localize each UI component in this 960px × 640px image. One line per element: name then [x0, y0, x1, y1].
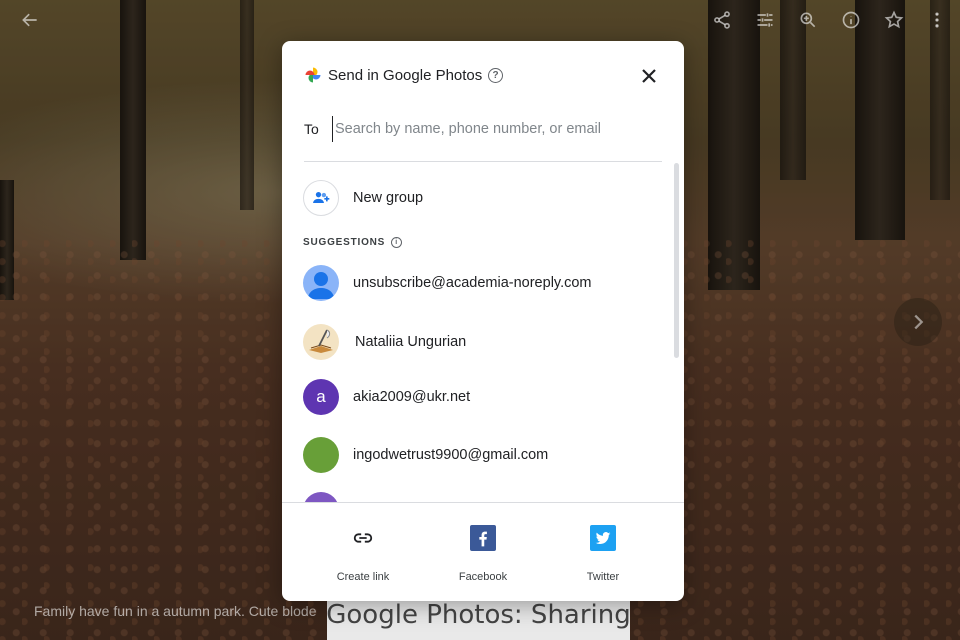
suggestion-label: akia2009@ukr.net	[353, 389, 471, 405]
avatar	[303, 265, 339, 301]
facebook-icon	[470, 525, 496, 551]
chevron-right-icon	[914, 314, 924, 330]
close-icon	[642, 69, 656, 83]
photo-caption: Family have fun in a autumn park. Cute b…	[34, 603, 317, 619]
zoom-in-icon[interactable]	[796, 8, 820, 32]
facebook-label: Facebook	[458, 571, 508, 583]
avatar: a	[303, 379, 339, 415]
suggestions-header: SUGGESTIONS i	[303, 237, 403, 248]
send-dialog: Send in Google Photos ? To New group SUG…	[282, 41, 684, 601]
more-icon[interactable]	[925, 8, 949, 32]
footer-divider	[282, 502, 684, 503]
new-group-icon	[303, 180, 339, 216]
google-photos-logo-icon	[305, 67, 321, 83]
avatar	[303, 492, 339, 502]
person-icon	[308, 272, 334, 299]
dialog-title: Send in Google Photos	[328, 67, 483, 84]
list-scrollbar[interactable]	[674, 163, 679, 358]
edit-icon[interactable]	[753, 8, 777, 32]
new-group-label: New group	[353, 190, 424, 206]
suggestion-label: ingodwetrust9900@gmail.com	[353, 447, 549, 463]
link-icon	[350, 525, 376, 551]
book-quill-icon	[309, 329, 333, 353]
twitter-icon	[590, 525, 616, 551]
new-group-button[interactable]: New group	[303, 178, 423, 218]
twitter-label: Twitter	[586, 571, 620, 583]
next-photo-button[interactable]	[894, 298, 942, 346]
avatar	[303, 324, 339, 360]
facebook-button[interactable]: Facebook	[438, 525, 528, 583]
help-icon[interactable]: ?	[488, 68, 503, 83]
avatar	[303, 437, 339, 473]
to-label: To	[304, 121, 319, 137]
share-icon[interactable]	[710, 8, 734, 32]
suggestion-item[interactable]: a akia2009@ukr.net	[303, 377, 470, 417]
back-arrow-icon[interactable]	[18, 8, 42, 32]
recipient-search-input[interactable]	[332, 116, 662, 142]
suggestions-info-icon[interactable]: i	[391, 237, 403, 248]
dialog-header: Send in Google Photos ?	[282, 41, 684, 111]
suggestion-item[interactable]	[303, 492, 339, 502]
suggestion-item[interactable]: unsubscribe@academia-noreply.com	[303, 263, 592, 303]
header-divider	[304, 161, 662, 162]
close-button[interactable]	[638, 65, 660, 87]
suggestion-label: unsubscribe@academia-noreply.com	[353, 275, 592, 291]
twitter-button[interactable]: Twitter	[558, 525, 648, 583]
suggestion-item[interactable]: ingodwetrust9900@gmail.com	[303, 435, 548, 475]
star-icon[interactable]	[882, 8, 906, 32]
suggestion-label: Nataliia Ungurian	[355, 334, 467, 350]
create-link-label: Create link	[336, 571, 390, 583]
photo-toolbar	[0, 0, 960, 40]
info-icon[interactable]	[839, 8, 863, 32]
suggestion-item[interactable]: Nataliia Ungurian	[303, 322, 466, 362]
create-link-button[interactable]: Create link	[318, 525, 408, 583]
suggestions-label: SUGGESTIONS	[303, 237, 386, 248]
